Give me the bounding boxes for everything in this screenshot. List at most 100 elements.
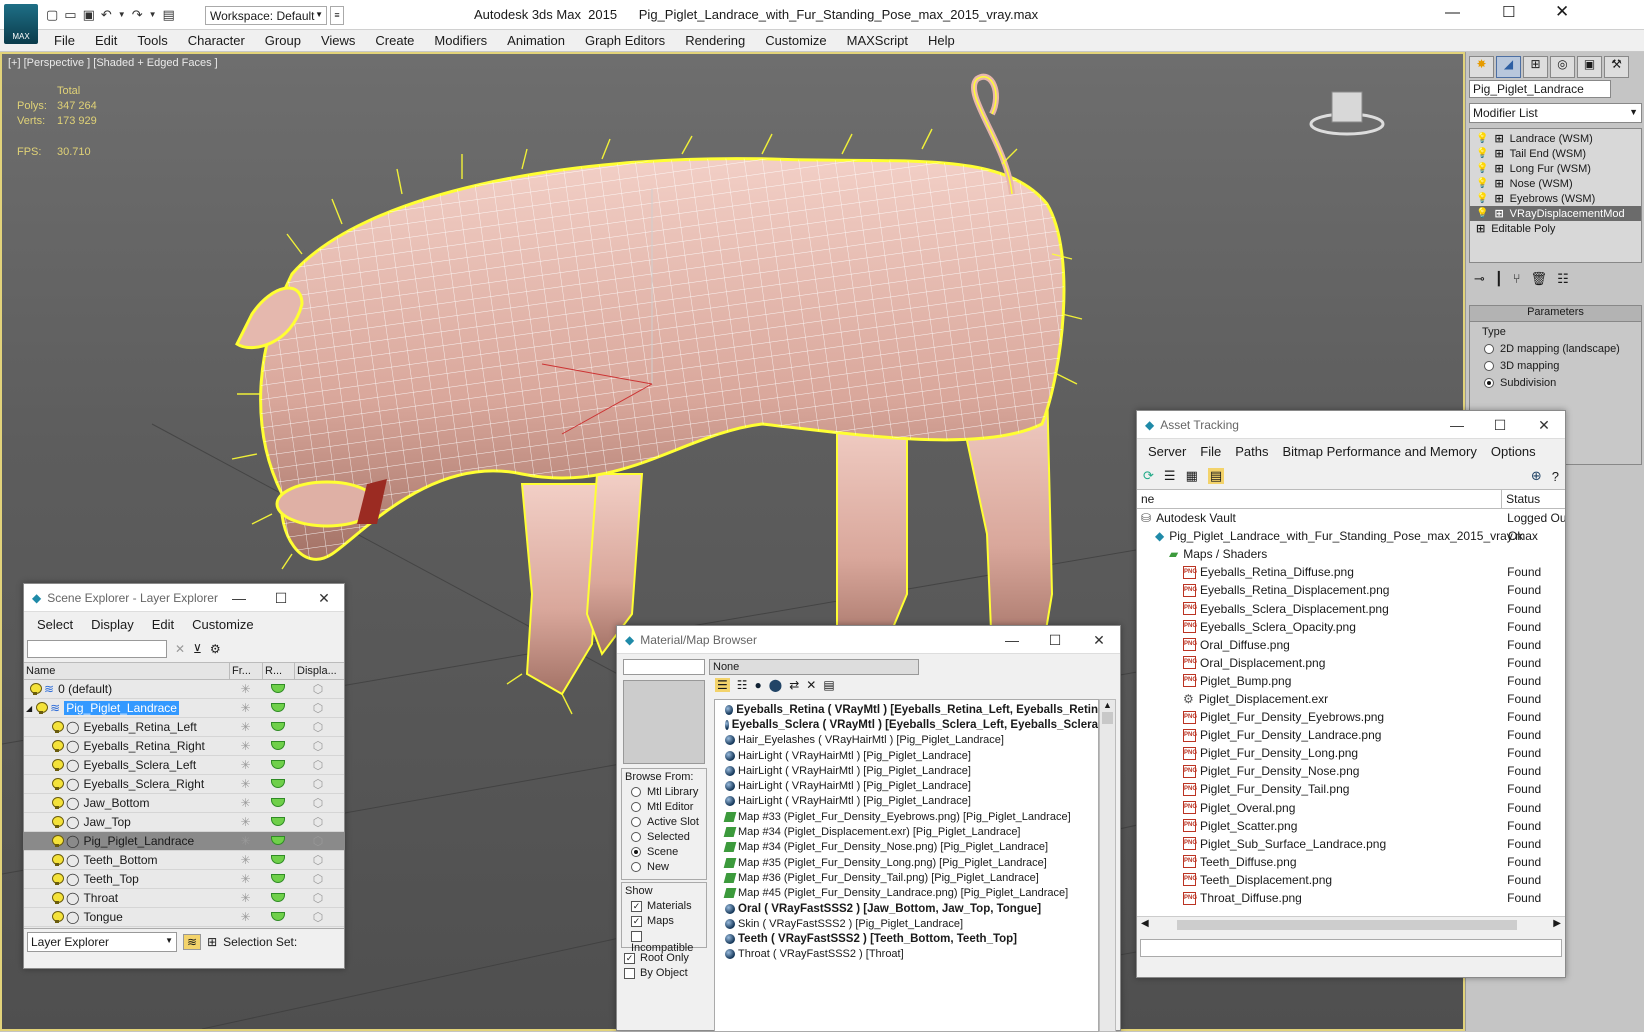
by-object-checkbox[interactable]: By Object (624, 967, 689, 979)
display-box-icon[interactable]: ⬡ (294, 720, 342, 734)
display-box-icon[interactable]: ⬡ (294, 891, 342, 905)
menu-group[interactable]: Group (255, 30, 311, 51)
layer-row[interactable]: ◯ Eyeballs_Sclera_Left ✳ ⬡ (24, 756, 344, 775)
expand-icon[interactable]: ⊞ (1494, 132, 1503, 145)
object-name-field[interactable]: Pig_Piglet_Landrace (1469, 80, 1611, 98)
expand-icon[interactable]: ⊞ (1494, 192, 1503, 205)
vertical-scrollbar[interactable]: ▲ (1099, 699, 1116, 1032)
modifier-item[interactable]: 💡 ⊞ Tail End (WSM) (1470, 146, 1641, 161)
freeze-icon[interactable]: ✳ (229, 891, 262, 905)
asset-row[interactable]: PNG Oral_Displacement.png Found (1137, 654, 1565, 672)
menu-tools[interactable]: Tools (127, 30, 177, 51)
freeze-icon[interactable]: ✳ (229, 872, 262, 886)
layer-row[interactable]: ◯ Tongue ✳ ⬡ (24, 908, 344, 927)
lightbulb-icon[interactable] (52, 797, 64, 809)
render-teapot-icon[interactable] (271, 836, 285, 845)
display-box-icon[interactable]: ⬡ (294, 872, 342, 886)
hierarchy-tab-icon[interactable]: ⊞ (1523, 56, 1548, 78)
asset-tracking-titlebar[interactable]: ◆ Asset Tracking — ☐ ✕ (1137, 411, 1565, 439)
expand-icon[interactable]: ⊞ (1494, 147, 1503, 160)
render-teapot-icon[interactable] (271, 912, 285, 921)
material-item[interactable]: Teeth ( VRayFastSSS2 ) [Teeth_Bottom, Te… (715, 931, 1098, 946)
material-item[interactable]: HairLight ( VRayHairMtl ) [Pig_Piglet_La… (715, 748, 1098, 763)
settings-icon[interactable]: ⚙ (210, 642, 221, 656)
menu-display[interactable]: Display (82, 617, 143, 632)
expand-icon[interactable]: ⊞ (1476, 222, 1485, 235)
motion-tab-icon[interactable]: ◎ (1550, 56, 1575, 78)
menu-maxscript[interactable]: MAXScript (837, 30, 918, 51)
menu-rendering[interactable]: Rendering (675, 30, 755, 51)
lightbulb-icon[interactable] (52, 740, 64, 752)
display-box-icon[interactable]: ⬡ (294, 777, 342, 791)
freeze-icon[interactable]: ✳ (229, 720, 262, 734)
clear-search-icon[interactable]: ✕ (175, 642, 185, 656)
layer-row[interactable]: ≋ 0 (default) ✳ ⬡ (24, 680, 344, 699)
asset-row[interactable]: PNG Piglet_Fur_Density_Nose.png Found (1137, 762, 1565, 780)
menu-file[interactable]: File (44, 30, 85, 51)
display-box-icon[interactable]: ⬡ (294, 815, 342, 829)
asset-row[interactable]: PNG Piglet_Overal.png Found (1137, 799, 1565, 817)
asset-row[interactable]: PNG Piglet_Bump.png Found (1137, 672, 1565, 690)
display-box-icon[interactable]: ⬡ (294, 853, 342, 867)
minimize-button[interactable]: — (1437, 411, 1477, 439)
menu-file[interactable]: File (1193, 444, 1228, 459)
column-name[interactable]: Name (24, 663, 229, 679)
show-end-result-icon[interactable]: ┃ (1495, 271, 1503, 287)
menu-edit[interactable]: Edit (85, 30, 127, 51)
lightbulb-icon[interactable] (30, 683, 42, 695)
material-item[interactable]: Map #34 (Piglet_Displacement.exr) [Pig_P… (715, 824, 1098, 839)
hierarchy-icon[interactable]: ⊞ (207, 935, 217, 949)
large-sphere-icon[interactable]: ⬤ (769, 678, 782, 692)
asset-row[interactable]: ◆ Pig_Piglet_Landrace_with_Fur_Standing_P… (1137, 527, 1565, 545)
asset-row[interactable]: ⚙ Piglet_Displacement.exr Found (1137, 690, 1565, 708)
expand-icon[interactable]: ⊞ (1494, 207, 1503, 220)
lightbulb-icon[interactable]: 💡 (1476, 163, 1488, 174)
render-teapot-icon[interactable] (271, 817, 285, 826)
new-file-icon[interactable]: ▢ (46, 7, 58, 23)
menu-views[interactable]: Views (311, 30, 365, 51)
modifier-item[interactable]: ⊞ Editable Poly (1470, 221, 1641, 236)
menu-server[interactable]: Server (1141, 444, 1193, 459)
chevron-down-icon[interactable]: ▼ (149, 10, 157, 23)
close-button[interactable]: ✕ (1079, 626, 1119, 654)
modifier-item[interactable]: 💡 ⊞ Landrace (WSM) (1470, 131, 1641, 146)
freeze-icon[interactable]: ✳ (229, 682, 262, 696)
detail-view-icon[interactable]: ▤ (1207, 468, 1225, 484)
asset-row[interactable]: PNG Teeth_Displacement.png Found (1137, 871, 1565, 889)
open-file-icon[interactable]: ▭ (64, 7, 76, 23)
column-frozen[interactable]: Fr... (229, 663, 262, 679)
minimize-button[interactable]: — (992, 626, 1032, 654)
browse-from-radio[interactable]: Scene (625, 846, 703, 858)
modifier-item[interactable]: 💡 ⊞ Eyebrows (WSM) (1470, 191, 1641, 206)
lightbulb-icon[interactable] (52, 778, 64, 790)
material-item[interactable]: Map #36 (Piglet_Fur_Density_Tail.png) [P… (715, 870, 1098, 885)
refresh-icon[interactable]: ⟳ (1143, 468, 1154, 484)
asset-row[interactable]: PNG Piglet_Fur_Density_Eyebrows.png Found (1137, 708, 1565, 726)
lightbulb-icon[interactable]: 💡 (1476, 148, 1488, 159)
copy-icon[interactable]: ▤ (823, 678, 834, 692)
app-logo-button[interactable]: MAX (4, 4, 38, 44)
render-teapot-icon[interactable] (271, 798, 285, 807)
render-teapot-icon[interactable] (271, 893, 285, 902)
parameters-rollout-header[interactable]: Parameters (1470, 306, 1641, 322)
lightbulb-icon[interactable] (52, 854, 64, 866)
menu-character[interactable]: Character (178, 30, 255, 51)
material-item[interactable]: Map #33 (Piglet_Fur_Density_Eyebrows.png… (715, 809, 1098, 824)
close-button[interactable]: ✕ (1555, 2, 1569, 22)
display-box-icon[interactable]: ⬡ (294, 796, 342, 810)
lightbulb-icon[interactable]: 💡 (1476, 193, 1488, 204)
scroll-up-icon[interactable]: ▲ (1100, 700, 1115, 710)
redo-icon[interactable]: ↷ (132, 7, 143, 23)
display-box-icon[interactable]: ⬡ (294, 758, 342, 772)
layer-row[interactable]: ◯ Eyeballs_Retina_Left ✳ ⬡ (24, 718, 344, 737)
type-radio[interactable]: 2D mapping (landscape) (1484, 343, 1641, 355)
layers-icon[interactable]: ≋ (183, 933, 202, 950)
search-input[interactable] (27, 640, 167, 658)
expand-icon[interactable]: ⊞ (1494, 162, 1503, 175)
minimize-button[interactable]: — (1445, 4, 1460, 21)
freeze-icon[interactable]: ✳ (229, 796, 262, 810)
layer-row[interactable]: ◯ Teeth_Top ✳ ⬡ (24, 870, 344, 889)
menu-graph-editors[interactable]: Graph Editors (575, 30, 675, 51)
filter-icon[interactable]: ⊻ (193, 642, 202, 656)
display-box-icon[interactable]: ⬡ (294, 701, 342, 715)
